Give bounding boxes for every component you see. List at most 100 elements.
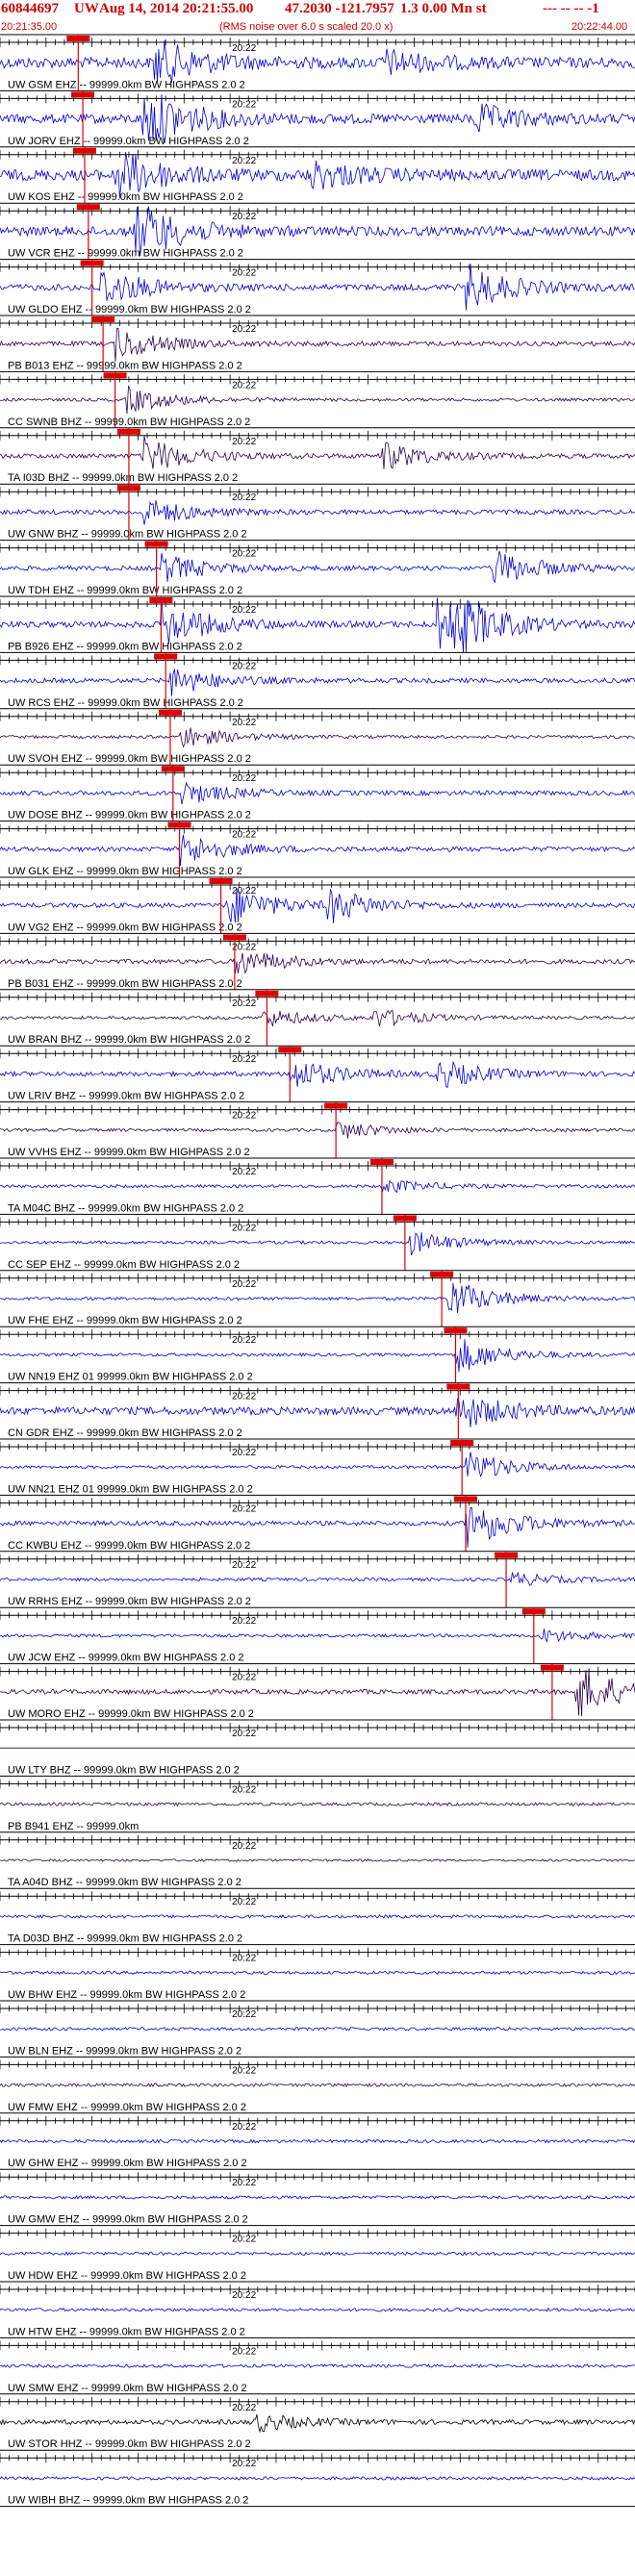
- station-label: UW HTW EHZ -- 99999.0km BW HIGHPASS 2.0 …: [8, 2326, 245, 2337]
- waveform: [0, 386, 635, 415]
- waveform: [0, 2363, 635, 2369]
- minute-tick-label: 20:22: [232, 2009, 256, 2020]
- station-label: UW GHW EHZ -- 99999.0km BW HIGHPASS 2.0 …: [8, 2158, 247, 2169]
- waveform: [0, 39, 635, 83]
- station-label: UW NN19 EHZ 01 99999.0km BW HIGHPASS 2.0…: [8, 1372, 253, 1383]
- waveform: [0, 888, 635, 923]
- station-label: UW WIBH BHZ -- 99999.0km BW HIGHPASS 2.0…: [8, 2495, 248, 2507]
- minute-tick-label: 20:22: [232, 2122, 256, 2133]
- minute-tick-label: 20:22: [232, 942, 256, 952]
- minute-tick-label: 20:22: [232, 1673, 256, 1683]
- waveform: [0, 1339, 635, 1373]
- waveform: [0, 2251, 635, 2257]
- minute-tick-label: 20:22: [232, 2290, 256, 2301]
- station-trace: 20:22 UW FHE EHZ -- 99999.0km BW HIGHPASS…: [0, 1270, 635, 1327]
- minute-tick-label: 20:22: [232, 886, 256, 897]
- station-label: UW FHE EHZ -- 99999.0km BW HIGHPASS 2.0 …: [8, 1315, 242, 1326]
- station-label: PB B013 EHZ -- 99999.0km BW HIGHPASS 2.0…: [8, 360, 242, 371]
- waveform: [0, 2195, 635, 2200]
- station-trace: 20:22 PB B031 EHZ -- 99999.0km BW HIGHPAS…: [0, 932, 635, 990]
- waveform: [0, 1121, 635, 1139]
- station-label: UW BHW EHZ -- 99999.0km BW HIGHPASS 2.0 …: [8, 1989, 245, 2001]
- station-trace: 20:22 UW VG2 EHZ -- 99999.0km BW HIGHPASS…: [0, 876, 635, 934]
- station-label: CC SWNB BHZ -- 99999.0km BW HIGHPASS 2.0…: [8, 417, 250, 428]
- waveform: [0, 1571, 635, 1586]
- minute-tick-label: 20:22: [232, 2459, 256, 2469]
- station-label: UW TDH EHZ -- 99999.0km BW HIGHPASS 2.0 …: [8, 585, 242, 596]
- minute-tick-label: 20:22: [232, 661, 256, 671]
- waveform: [0, 1914, 635, 1919]
- station-label: UW GMW EHZ -- 99999.0km BW HIGHPASS 2.0 …: [8, 2214, 248, 2226]
- station-label: PB B941 EHZ -- 99999.0km: [8, 1821, 139, 1832]
- station-trace: 20:22 UW JORV EHZ -- 99999.0km BW HIGHPAS…: [0, 89, 635, 147]
- station-trace: 20:22 UW JCW EHZ -- 99999.0km BW HIGHPASS…: [0, 1606, 635, 1664]
- station-trace: 20:22 UW GMW EHZ -- 99999.0km BW HIGHPASS…: [0, 2168, 635, 2226]
- station-label: UW JORV EHZ -- 99999.0km BW HIGHPASS 2.0…: [8, 136, 249, 147]
- minute-tick-label: 20:22: [232, 1392, 256, 1402]
- station-label: PB B926 EHZ -- 99999.0km BW HIGHPASS 2.0…: [8, 641, 242, 652]
- station-label: UW VG2 EHZ -- 99999.0km BW HIGHPASS 2.0 …: [8, 922, 242, 933]
- station-label: UW DOSE BHZ -- 99999.0km BW HIGHPASS 2.0…: [8, 810, 251, 821]
- minute-tick-label: 20:22: [232, 156, 256, 166]
- waveform: [0, 1010, 635, 1027]
- station-trace: 20:22 PB B941 EHZ -- 99999.0km: [0, 1775, 635, 1832]
- station-label: UW RCS EHZ -- 99999.0km BW HIGHPASS 2.0 …: [8, 697, 243, 709]
- station-trace: 20:22 CC KWBU EHZ -- 99999.0km BW HIGHPAS…: [0, 1494, 635, 1552]
- station-trace: 20:22 UW HTW EHZ -- 99999.0km BW HIGHPASS…: [0, 2281, 635, 2337]
- waveform: [0, 2475, 635, 2481]
- minute-tick-label: 20:22: [232, 1223, 256, 1233]
- minute-tick-label: 20:22: [232, 1954, 256, 1964]
- station-label: UW GSM EHZ -- 99999.0km BW HIGHPASS 2.0 …: [8, 79, 245, 90]
- station-label: CC KWBU EHZ -- 99999.0km BW HIGHPASS 2.0…: [8, 1540, 250, 1552]
- station-label: UW LRIV BHZ -- 99999.0km BW HIGHPASS 2.0…: [8, 1091, 244, 1102]
- station-label: UW BLN EHZ -- 99999.0km BW HIGHPASS 2.0 …: [8, 2045, 241, 2057]
- station-trace: 20:22 UW LRIV BHZ -- 99999.0km BW HIGHPAS…: [0, 1045, 635, 1102]
- minute-tick-label: 20:22: [232, 830, 256, 841]
- minute-tick-label: 20:22: [232, 1335, 256, 1346]
- minute-tick-label: 20:22: [232, 1784, 256, 1795]
- waveform: [0, 2138, 635, 2144]
- station-trace: 20:22 TA M04C BHZ -- 99999.0km BW HIGHPAS…: [0, 1157, 635, 1215]
- waveform: [0, 2413, 635, 2434]
- station-trace: 20:22 UW BHW EHZ -- 99999.0km BW HIGHPASS…: [0, 1944, 635, 2001]
- minute-tick-label: 20:22: [232, 1560, 256, 1571]
- station-trace: 20:22 UW VVHS EHZ -- 99999.0km BW HIGHPAS…: [0, 1101, 635, 1158]
- station-trace: 20:22 PB B013 EHZ -- 99999.0km BW HIGHPAS…: [0, 315, 635, 372]
- waveform: [0, 327, 635, 362]
- minute-tick-label: 20:22: [232, 1111, 256, 1122]
- waveform: [0, 2026, 635, 2032]
- station-label: UW BRAN BHZ -- 99999.0km BW HIGHPASS 2.0…: [8, 1034, 250, 1046]
- seismogram-plot: 20:22 UW GSM EHZ -- 99999.0km BW HIGHPASS…: [0, 34, 635, 2508]
- minute-tick-label: 20:22: [232, 2235, 256, 2245]
- station-label: UW SMW EHZ -- 99999.0km BW HIGHPASS 2.0 …: [8, 2383, 247, 2394]
- waveform: [0, 1060, 635, 1089]
- station-trace: 20:22 UW HDW EHZ -- 99999.0km BW HIGHPASS…: [0, 2225, 635, 2282]
- station-label: TA A04D BHZ -- 99999.0km BW HIGHPASS 2.0…: [8, 1877, 241, 1888]
- station-trace: 20:22 UW STOR HHZ -- 99999.0km BW HIGHPAS…: [0, 2393, 635, 2450]
- minute-tick-label: 20:22: [232, 773, 256, 784]
- station-label: UW JCW EHZ -- 99999.0km BW HIGHPASS 2.0 …: [8, 1653, 244, 1664]
- minute-tick-label: 20:22: [232, 2065, 256, 2076]
- minute-tick-label: 20:22: [232, 2346, 256, 2357]
- waveform: [0, 499, 635, 525]
- station-label: UW VVHS EHZ -- 99999.0km BW HIGHPASS 2.0…: [8, 1147, 250, 1158]
- station-trace: 20:22 CC SWNB BHZ -- 99999.0km BW HIGHPAS…: [0, 370, 635, 428]
- station-trace: 20:22 TA I03D BHZ -- 99999.0km BW HIGHPAS…: [0, 427, 635, 485]
- waveform: [0, 1179, 635, 1194]
- minute-tick-label: 20:22: [232, 492, 256, 503]
- station-trace: 20:22 UW NN19 EHZ 01 99999.0km BW HIGHPAS…: [0, 1326, 635, 1383]
- station-trace: 20:22 UW KOS EHZ -- 99999.0km BW HIGHPASS…: [0, 146, 635, 204]
- waveform: [0, 834, 635, 867]
- waveform: [0, 1802, 635, 1807]
- station-trace: 20:22 UW BLN EHZ -- 99999.0km BW HIGHPASS…: [0, 2000, 635, 2057]
- waveform: [0, 727, 635, 748]
- waveform: [0, 435, 635, 469]
- station-label: UW STOR HHZ -- 99999.0km BW HIGHPASS 2.0…: [8, 2438, 251, 2450]
- waveform: [0, 550, 635, 584]
- station-trace: 20:22 TA D03D BHZ -- 99999.0km BW HIGHPAS…: [0, 1887, 635, 1945]
- minute-tick-label: 20:22: [232, 324, 256, 335]
- minute-tick-label: 20:22: [232, 2403, 256, 2413]
- station-label: UW KOS EHZ -- 99999.0km BW HIGHPASS 2.0 …: [8, 191, 243, 203]
- minute-tick-label: 20:22: [232, 1054, 256, 1065]
- station-trace: 20:22 CN GDR EHZ -- 99999.0km BW HIGHPASS…: [0, 1382, 635, 1439]
